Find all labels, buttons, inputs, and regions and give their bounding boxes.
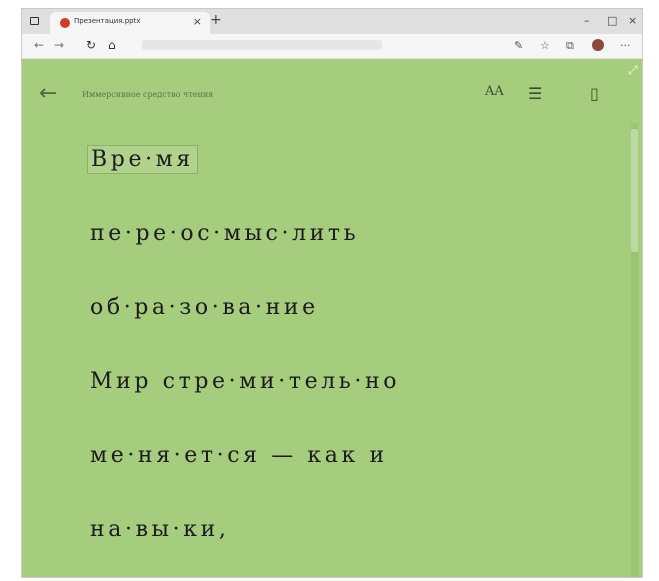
close-window-button[interactable]: × [628, 14, 637, 27]
more-icon[interactable]: ··· [620, 39, 631, 52]
tab-title: Презентация.pptx [74, 17, 141, 25]
back-arrow-icon[interactable]: ← [39, 83, 57, 105]
collections-icon[interactable]: ⧉ [566, 39, 574, 53]
tab-bar: Презентация.pptx × + – □ × [22, 9, 642, 34]
browser-tab[interactable]: Презентация.pptx × [50, 12, 210, 34]
text-line-4[interactable]: Мир стре·ми·тель·но [90, 367, 400, 397]
favorite-icon[interactable]: ☆ [540, 39, 550, 52]
pptx-favicon-icon [60, 18, 70, 28]
text-preferences-icon[interactable]: AA [485, 84, 504, 99]
scrollbar[interactable] [631, 123, 638, 577]
address-toolbar: ← → ↻ ⌂ ✎ ☆ ⧉ ··· [22, 34, 642, 59]
reader-title: Иммерсивное средство чтения [82, 90, 214, 99]
read-aloud-icon[interactable]: ✎ [514, 39, 523, 52]
address-bar[interactable] [142, 40, 382, 50]
maximize-button[interactable]: □ [607, 14, 617, 27]
text-line-3[interactable]: об·ра·зо·ва·ние [90, 293, 319, 323]
refresh-icon[interactable]: ↻ [86, 38, 96, 52]
text-line-6[interactable]: на·вы·ки, [90, 515, 229, 545]
grammar-options-icon[interactable]: ☰ [528, 84, 542, 103]
scrollbar-thumb[interactable] [631, 129, 638, 252]
text-line-2[interactable]: пе·ре·ос·мыс·лить [90, 219, 359, 249]
text-line-1: Вре·мя [87, 145, 198, 175]
close-tab-icon[interactable]: × [193, 15, 202, 28]
new-tab-button[interactable]: + [210, 12, 222, 28]
reading-preferences-icon[interactable]: ▯ [590, 84, 599, 103]
browser-window: Презентация.pptx × + – □ × ← → ↻ ⌂ ✎ ☆ ⧉… [21, 8, 643, 578]
back-arrow-icon[interactable]: ← [34, 38, 44, 52]
highlighted-word[interactable]: Вре·мя [87, 145, 198, 174]
text-line-5[interactable]: ме·ня·ет·ся — как и [90, 441, 388, 471]
immersive-reader: ⤢ ← Иммерсивное средство чтения AA ☰ ▯ В… [22, 59, 642, 577]
minimize-button[interactable]: – [584, 14, 590, 27]
forward-arrow-icon[interactable]: → [54, 38, 64, 52]
home-icon[interactable]: ⌂ [108, 38, 116, 52]
tab-actions-menu-icon[interactable] [30, 17, 39, 25]
profile-avatar[interactable] [592, 39, 604, 51]
expand-icon[interactable]: ⤢ [628, 63, 638, 78]
